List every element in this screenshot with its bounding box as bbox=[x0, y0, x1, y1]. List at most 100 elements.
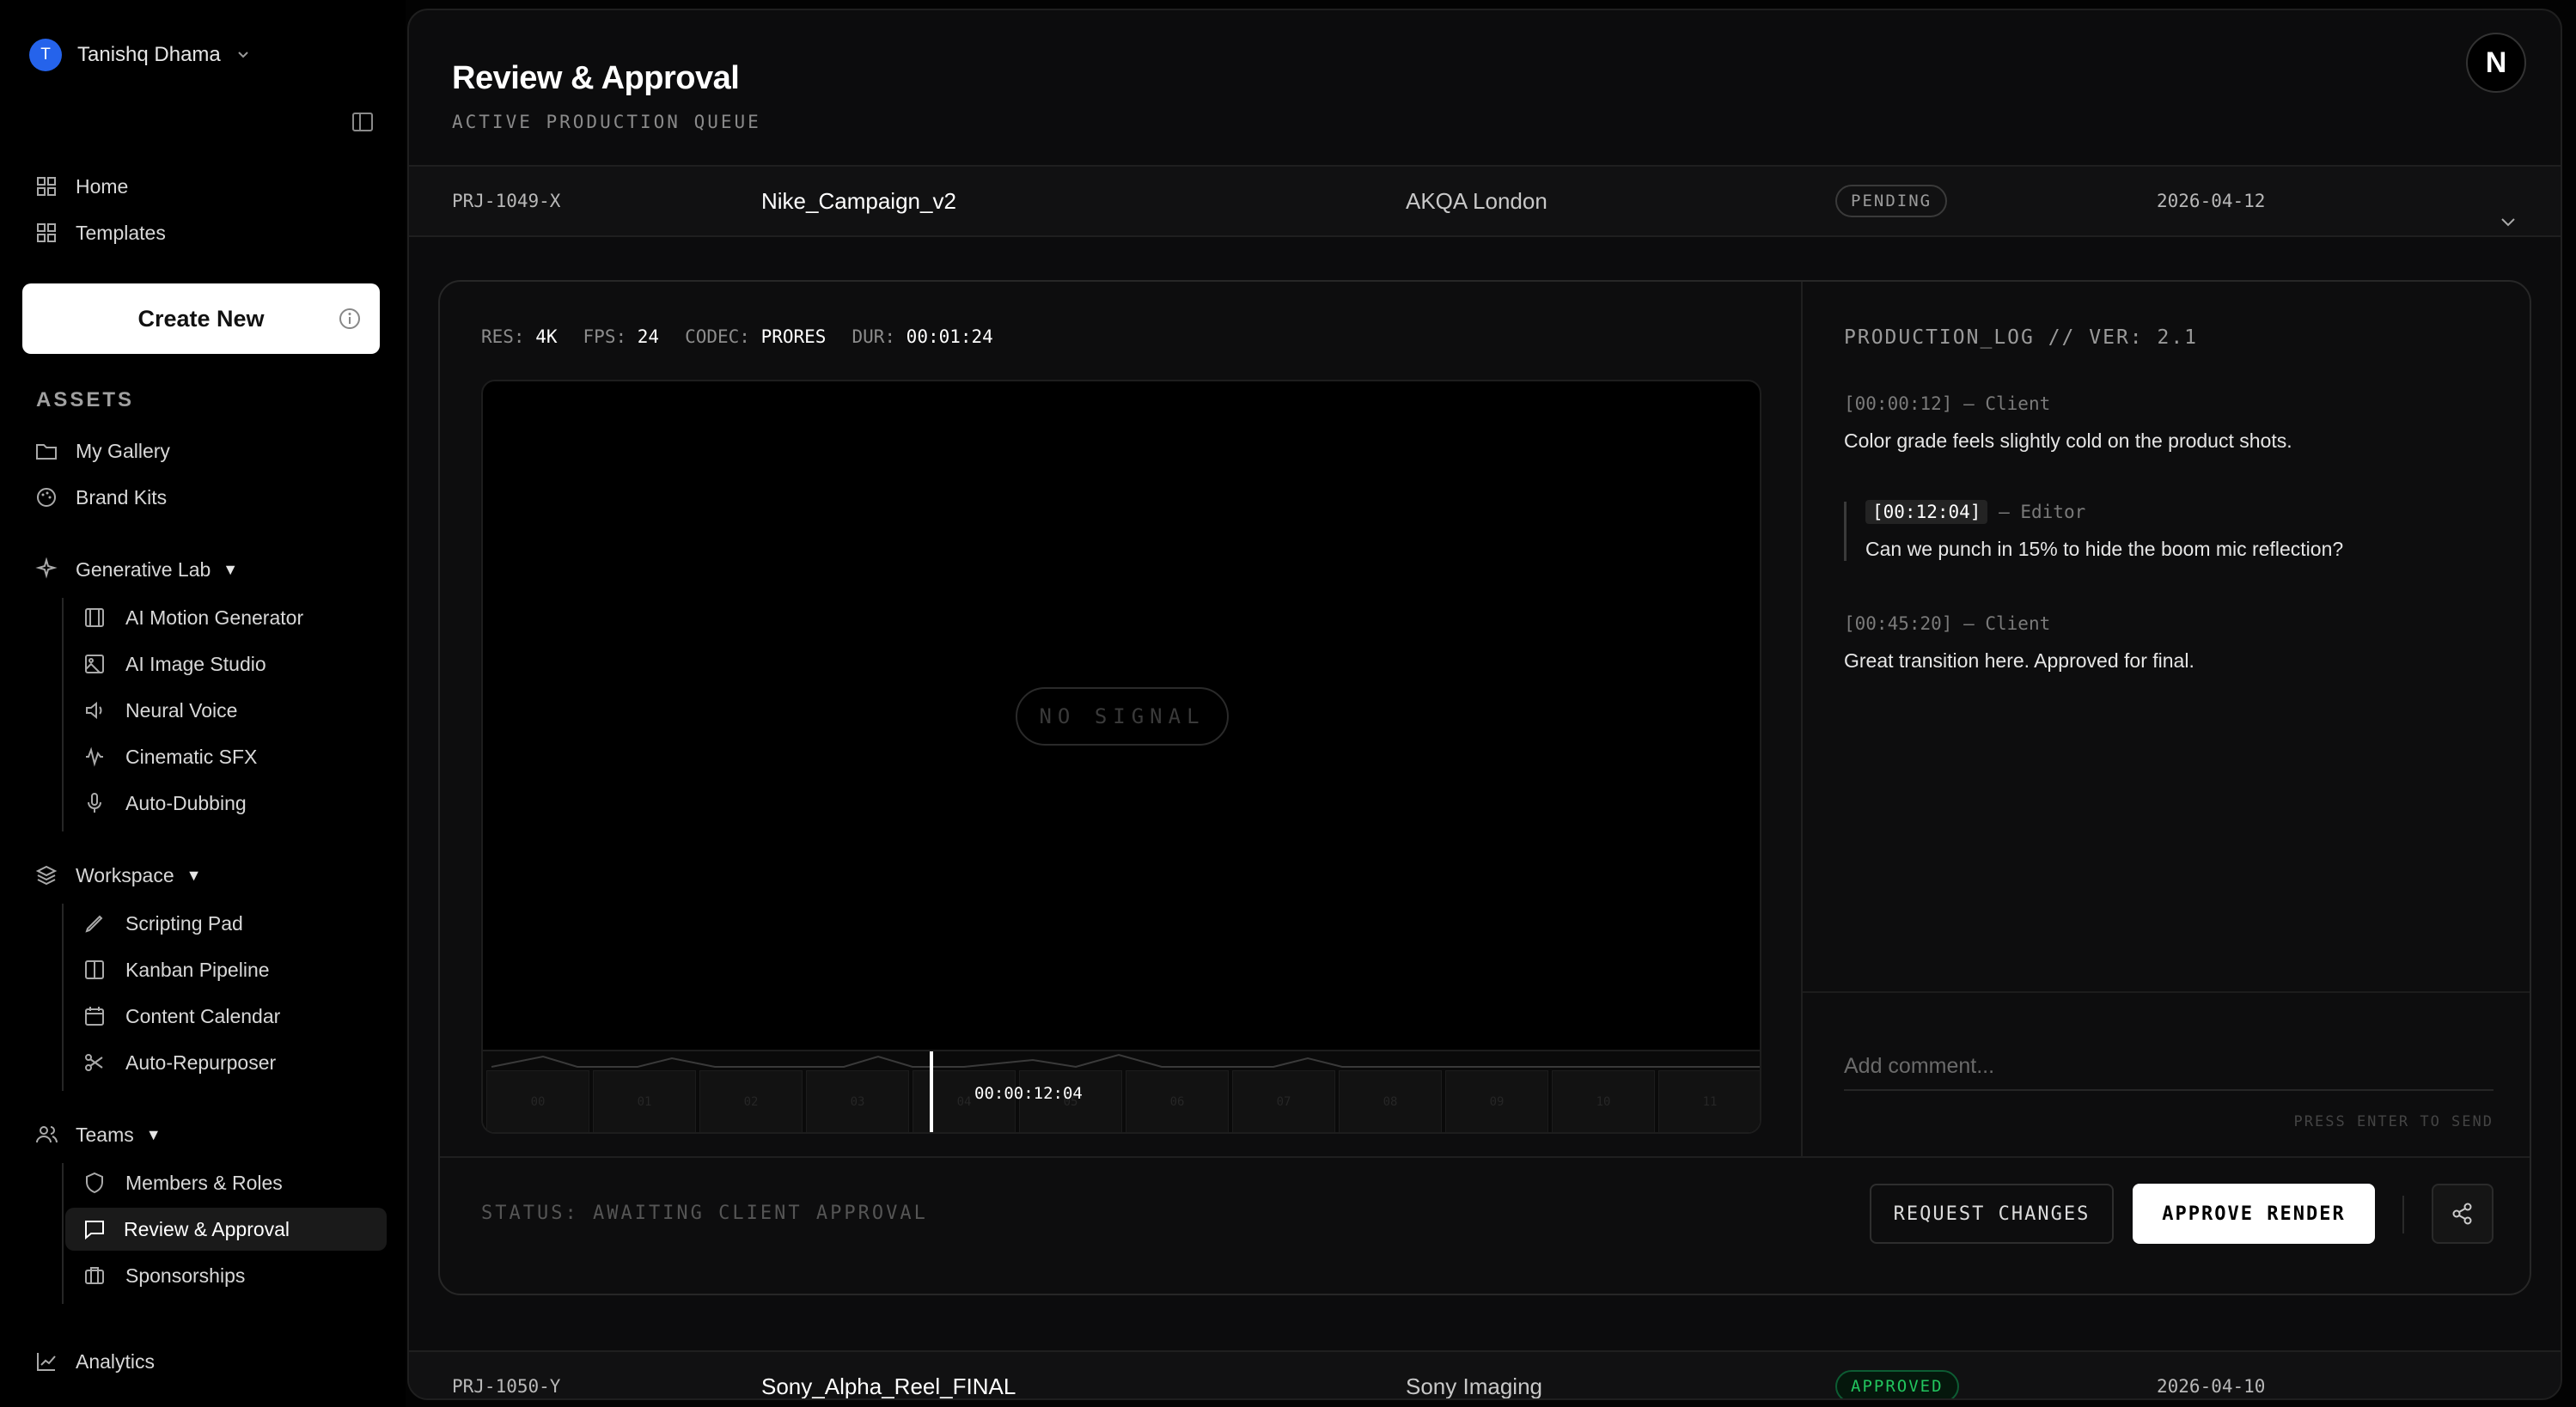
sidebar-group-generative-lab[interactable]: Generative Lab ▼ bbox=[34, 548, 238, 591]
tree-line bbox=[62, 598, 64, 831]
avatar: T bbox=[29, 39, 62, 71]
microphone-icon bbox=[88, 793, 101, 813]
entry-text: Can we punch in 15% to hide the boom mic… bbox=[1865, 538, 2344, 560]
timeline-frame: 10 bbox=[1552, 1070, 1655, 1132]
queue-row[interactable]: PRJ-1049-X Nike_Campaign_v2 AKQA London … bbox=[409, 165, 2561, 237]
sidebar-item-sponsorships[interactable]: Sponsorships bbox=[82, 1254, 245, 1297]
sidebar-item-label: Content Calendar bbox=[125, 1004, 281, 1027]
timeline-frame: 07 bbox=[1232, 1070, 1335, 1132]
meta-label: CODEC: bbox=[685, 326, 750, 347]
group-label: Teams bbox=[76, 1123, 134, 1146]
video-metadata: RES: 4K FPS: 24 CODEC: PRORES DUR: 00:01… bbox=[481, 326, 993, 347]
chevron-down-icon[interactable] bbox=[2495, 188, 2521, 257]
sidebar-item-auto-repurposer[interactable]: Auto-Repurposer bbox=[82, 1041, 276, 1084]
sidebar-item-templates[interactable]: Templates bbox=[34, 211, 166, 254]
entry-author: — Client bbox=[1963, 393, 2051, 414]
sidebar-item-cinematic-sfx[interactable]: Cinematic SFX bbox=[82, 735, 257, 778]
sidebar-item-scripting-pad[interactable]: Scripting Pad bbox=[82, 902, 243, 945]
sidebar-item-label: Auto-Repurposer bbox=[125, 1051, 277, 1074]
sidebar-item-auto-dubbing[interactable]: Auto-Dubbing bbox=[82, 782, 247, 825]
sidebar-item-analytics[interactable]: Analytics bbox=[34, 1340, 155, 1383]
entry-text: Great transition here. Approved for fina… bbox=[1844, 649, 2194, 672]
meta-fps: 24 bbox=[637, 326, 660, 347]
line-chart-icon bbox=[37, 1353, 56, 1371]
sidebar-item-brand-kits[interactable]: Brand Kits bbox=[34, 476, 167, 519]
sidebar-group-teams[interactable]: Teams ▼ bbox=[34, 1113, 162, 1156]
user-switcher[interactable]: T Tanishq Dhama bbox=[29, 38, 252, 72]
sidebar-item-label: Kanban Pipeline bbox=[125, 958, 270, 981]
queue-row[interactable]: PRJ-1050-Y Sony_Alpha_Reel_FINAL Sony Im… bbox=[409, 1350, 2561, 1400]
sidebar-item-label: Neural Voice bbox=[125, 698, 238, 722]
app-logo-button[interactable]: N bbox=[2466, 33, 2526, 93]
chevron-down-icon bbox=[238, 52, 248, 58]
tree-line bbox=[62, 1163, 64, 1304]
share-icon bbox=[2452, 1203, 2472, 1225]
comment-box: PRESS ENTER TO SEND bbox=[1803, 991, 2530, 1156]
calendar-icon bbox=[85, 1007, 104, 1026]
request-changes-button[interactable]: REQUEST CHANGES bbox=[1870, 1184, 2114, 1244]
sidebar-item-content-calendar[interactable]: Content Calendar bbox=[82, 995, 280, 1038]
log-heading: PRODUCTION_LOG // VER: 2.1 bbox=[1844, 326, 2199, 349]
sidebar-item-label: Sponsorships bbox=[125, 1264, 246, 1287]
project-id: PRJ-1050-Y bbox=[452, 1376, 561, 1397]
sidebar-toggle-icon[interactable] bbox=[351, 110, 375, 134]
waveform bbox=[491, 1053, 1760, 1069]
sidebar-item-label: AI Image Studio bbox=[125, 652, 266, 675]
entry-text: Color grade feels slightly cold on the p… bbox=[1844, 429, 2292, 452]
comment-input[interactable] bbox=[1844, 1043, 2494, 1091]
timecode: 00:00:12:04 bbox=[974, 1084, 1083, 1103]
scissors-icon bbox=[85, 1054, 103, 1071]
timeline-scrubber[interactable]: 00 01 02 03 04 05 06 07 08 09 10 11 00:00:12:04 bbox=[483, 1050, 1760, 1132]
timeline-frame: 11 bbox=[1658, 1070, 1760, 1132]
info-icon[interactable] bbox=[339, 308, 361, 330]
sidebar-item-kanban-pipeline[interactable]: Kanban Pipeline bbox=[82, 948, 270, 991]
share-button[interactable] bbox=[2432, 1184, 2494, 1244]
sidebar-item-label: Home bbox=[76, 174, 129, 198]
create-new-label: Create New bbox=[137, 305, 265, 332]
timeline-frame: 06 bbox=[1126, 1070, 1229, 1132]
sidebar-item-neural-voice[interactable]: Neural Voice bbox=[82, 689, 237, 732]
meta-duration: 00:01:24 bbox=[906, 326, 993, 347]
grid-icon bbox=[37, 177, 56, 196]
log-entry[interactable]: [00:45:20] — Client Great transition her… bbox=[1844, 613, 2497, 673]
video-player[interactable]: NO SIGNAL 00 01 02 03 04 05 06 07 08 09 10 11 00:00… bbox=[481, 380, 1761, 1134]
sparkles-icon bbox=[35, 557, 58, 579]
sidebar-item-label: Auto-Dubbing bbox=[125, 791, 247, 814]
message-square-icon bbox=[85, 1221, 104, 1240]
panel-footer: STATUS: AWAITING CLIENT APPROVAL REQUEST… bbox=[440, 1156, 2530, 1294]
image-icon bbox=[85, 655, 104, 673]
log-entry[interactable]: [00:00:12] — Client Color grade feels sl… bbox=[1844, 393, 2497, 453]
entry-timestamp: [00:00:12] bbox=[1844, 393, 1953, 414]
meta-label: FPS: bbox=[583, 326, 627, 347]
film-icon bbox=[85, 608, 104, 627]
shield-icon bbox=[86, 1172, 103, 1194]
project-date: 2026-04-12 bbox=[2157, 191, 2266, 211]
group-label: Workspace bbox=[76, 863, 174, 886]
log-entry-active[interactable]: [00:12:04] — Editor Can we punch in 15% … bbox=[1844, 500, 2497, 561]
entry-timestamp: [00:12:04] bbox=[1865, 500, 1988, 524]
sidebar-item-review-approval[interactable]: Review & Approval bbox=[65, 1208, 387, 1251]
approval-status: STATUS: AWAITING CLIENT APPROVAL bbox=[481, 1203, 928, 1224]
users-icon bbox=[36, 1126, 58, 1143]
chevron-right-icon[interactable] bbox=[2495, 1374, 2521, 1400]
client-name: Sony Imaging bbox=[1406, 1373, 1542, 1399]
sidebar-item-members-roles[interactable]: Members & Roles bbox=[82, 1161, 283, 1204]
entry-author: — Client bbox=[1963, 613, 2051, 634]
send-hint: PRESS ENTER TO SEND bbox=[2293, 1113, 2494, 1130]
sidebar-group-workspace[interactable]: Workspace ▼ bbox=[34, 854, 201, 897]
sidebar-item-ai-image-studio[interactable]: AI Image Studio bbox=[82, 643, 266, 685]
playhead[interactable] bbox=[930, 1051, 933, 1132]
page-title: Review & Approval bbox=[452, 60, 740, 96]
main-panel: Review & Approval ACTIVE PRODUCTION QUEU… bbox=[407, 9, 2562, 1400]
sidebar-item-my-gallery[interactable]: My Gallery bbox=[34, 429, 170, 472]
sidebar-item-label: Scripting Pad bbox=[125, 911, 243, 935]
approve-render-button[interactable]: APPROVE RENDER bbox=[2133, 1184, 2375, 1244]
review-panel: RES: 4K FPS: 24 CODEC: PRORES DUR: 00:01… bbox=[438, 280, 2531, 1295]
sidebar-item-ai-motion-generator[interactable]: AI Motion Generator bbox=[82, 596, 303, 639]
create-new-button[interactable]: Create New bbox=[22, 283, 380, 354]
sidebar-item-label: Analytics bbox=[76, 1349, 156, 1373]
briefcase-icon bbox=[85, 1267, 104, 1284]
sidebar-item-home[interactable]: Home bbox=[34, 165, 128, 208]
client-name: AKQA London bbox=[1406, 187, 1547, 214]
timeline-frame: 02 bbox=[699, 1070, 803, 1132]
